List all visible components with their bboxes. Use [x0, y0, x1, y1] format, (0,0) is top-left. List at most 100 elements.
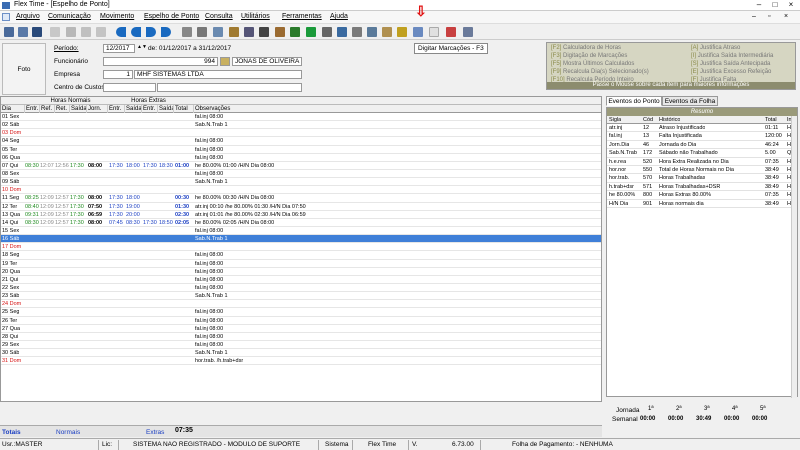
resumo-scrollbar[interactable]	[791, 116, 797, 398]
menu-espelho-de-ponto[interactable]: Espelho de Ponto	[144, 13, 199, 20]
table-row[interactable]: 18 Seg fal.inj 08:00	[1, 251, 601, 260]
table-row[interactable]: 28 Qui fal.inj 08:00	[1, 333, 601, 341]
col-ref[interactable]: Ref.	[40, 105, 55, 113]
menu-ajuda[interactable]: Ajuda	[330, 13, 348, 20]
table-row[interactable]: 06 Qua fal.inj 08:00	[1, 154, 601, 162]
resumo-row[interactable]: h.e.rea 520 Hora Extra Realizada no Dia 07:…	[607, 157, 797, 166]
col-total[interactable]: Total	[174, 105, 194, 113]
legend-item[interactable]: [F2] Calculadora de Horas	[551, 45, 621, 51]
table-row[interactable]: 01 Sex fal.inj 08:00	[1, 113, 601, 122]
mdi-close-button[interactable]: ×	[784, 13, 788, 20]
menu-comunicacao[interactable]: Comunicação	[48, 13, 91, 20]
centro-custos-input[interactable]	[103, 83, 156, 92]
resumo-row[interactable]: Jorn.Dia 46 Jornada do Dia 46:24 H	[607, 140, 797, 150]
col-ret[interactable]: Ret.	[55, 105, 70, 113]
save-icon[interactable]	[18, 27, 28, 37]
green-flag-icon[interactable]	[290, 27, 300, 37]
rcol-sigla[interactable]: Sigla	[609, 116, 621, 124]
table-row[interactable]: 16 Sáb Sab.N.Trab 1	[1, 235, 601, 244]
menu-utilitarios[interactable]: Utilitários	[241, 13, 270, 20]
table-row[interactable]: 19 Ter fal.inj 08:00	[1, 260, 601, 268]
mdi-minimize-button[interactable]: –	[752, 13, 756, 20]
legend-item[interactable]: [S] Justifica Saída Antecipada	[691, 61, 770, 67]
legend-item[interactable]: [F5] Mostra Últimos Calculados	[551, 61, 634, 67]
col-jorn[interactable]: Jorn.	[87, 105, 108, 113]
maximize-button[interactable]: □	[768, 0, 782, 10]
col-extra-saida-2[interactable]: Saída	[158, 105, 174, 113]
resumo-row[interactable]: he 80.00% 800 Horas Extras 80.00% 07:35 H	[607, 191, 797, 200]
first-record-icon[interactable]	[116, 27, 126, 37]
resumo-row[interactable]: fal.inj 13 Falta Injustificada 120:00 H	[607, 132, 797, 141]
col-saida[interactable]: Saída	[70, 105, 87, 113]
resumo-row[interactable]: Sab.N.Trab 172 Sábado não Trabalhado 5.00 Q	[607, 149, 797, 158]
col-extra-entr-1[interactable]: Entr.	[108, 105, 125, 113]
resumo-row[interactable]: H/N Dia 901 Horas normais dia 38:49 H	[607, 199, 797, 208]
menu-movimento[interactable]: Movimento	[100, 13, 134, 20]
table-row[interactable]: 27 Qua fal.inj 08:00	[1, 325, 601, 333]
table-row[interactable]: 25 Seg fal.inj 08:00	[1, 308, 601, 317]
table-row[interactable]: 14 Qui 08:30 12:09 12:57 17:30 08:00 07:45 08:3…	[1, 219, 601, 227]
table-row[interactable]: 24 Dom	[1, 300, 601, 309]
digitar-marcacoes-icon[interactable]	[413, 27, 423, 37]
funcionario-id-input[interactable]: 994	[103, 57, 218, 66]
col-extra-saida-1[interactable]: Saída	[125, 105, 142, 113]
exit-icon[interactable]	[446, 27, 456, 37]
table-row[interactable]: 12 Ter 08:40 12:09 12:57 17:30 07:50 17:30 19:0…	[1, 203, 601, 211]
table-row[interactable]: 11 Seg 08:25 12:09 12:57 17:30 08:00 17:30 18:0…	[1, 194, 601, 203]
card-icon[interactable]	[32, 27, 42, 37]
resumo-row[interactable]: hor.trab. 570 Horas Trabalhadas 38:49 H	[607, 174, 797, 183]
grid-icon[interactable]	[197, 27, 207, 37]
close-button[interactable]: ×	[784, 0, 798, 10]
table-row[interactable]: 31 Dom hor.trab. /h.trab+dsr	[1, 357, 601, 366]
table-row[interactable]: 03 Dom	[1, 129, 601, 138]
menu-ferramentas[interactable]: Ferramentas	[282, 13, 322, 20]
clipboard-icon[interactable]	[429, 27, 439, 37]
rcol-cod[interactable]: Cód	[643, 116, 653, 124]
resumo-row[interactable]: h.trab+dsr 571 Horas Trabalhadas+DSR 38:49 H	[607, 182, 797, 192]
menu-arquivo[interactable]: Arquivo	[16, 13, 40, 20]
new-document-icon[interactable]	[50, 27, 60, 37]
tools-icon[interactable]	[352, 27, 362, 37]
printer-icon[interactable]	[463, 27, 473, 37]
table-row[interactable]: 07 Qui 08:30 12:07 12:56 17:30 08:00 17:30 18:0…	[1, 162, 601, 170]
calendar-icon[interactable]	[182, 27, 192, 37]
calculator-icon[interactable]	[367, 27, 377, 37]
table-row[interactable]: 02 Sáb Sab.N.Trab 1	[1, 121, 601, 130]
last-record-icon[interactable]	[161, 27, 171, 37]
rcol-historico[interactable]: Histórico	[659, 116, 680, 124]
next-record-icon[interactable]	[146, 27, 156, 37]
legend-item[interactable]: [A] Justifica Atraso	[691, 45, 740, 51]
minimize-button[interactable]: –	[752, 0, 766, 10]
mdi-restore-button[interactable]: ▫	[768, 13, 770, 20]
col-observacoes[interactable]: Observações	[194, 105, 601, 113]
table-row[interactable]: 10 Dom	[1, 186, 601, 195]
table-row[interactable]: 15 Sex fal.inj 08:00	[1, 227, 601, 236]
col-dia[interactable]: Dia	[1, 105, 25, 113]
table-row[interactable]: 21 Qui fal.inj 08:00	[1, 276, 601, 284]
edit-icon[interactable]	[275, 27, 285, 37]
paste-icon[interactable]	[96, 27, 106, 37]
table-row[interactable]: 17 Dom	[1, 243, 601, 252]
legend-item[interactable]: [E] Justifica Excesso Refeição	[691, 69, 771, 75]
table-row[interactable]: 26 Ter fal.inj 08:00	[1, 317, 601, 325]
table-row[interactable]: 13 Qua 09:31 12:09 12:57 17:30 06:59 17:30 20:0…	[1, 211, 601, 219]
document-menu-icon[interactable]	[2, 13, 10, 21]
resumo-row[interactable]: hor.nor 550 Total de Horas Normais no Dia 3…	[607, 165, 797, 175]
rcol-total[interactable]: Total	[765, 116, 777, 124]
empresa-id-input[interactable]: 1	[103, 70, 133, 79]
document-icon[interactable]	[382, 27, 392, 37]
copy-icon[interactable]	[66, 27, 76, 37]
col-entr[interactable]: Entr.	[25, 105, 40, 113]
table-row[interactable]: 29 Sex fal.inj 08:00	[1, 341, 601, 350]
col-extra-entr-2[interactable]: Entr.	[142, 105, 158, 113]
table-icon[interactable]	[259, 27, 269, 37]
legend-item[interactable]: [F9] Recalcula Dia(s) Selecionado(s)	[551, 69, 649, 75]
table-row[interactable]: 22 Sex fal.inj 08:00	[1, 284, 601, 293]
print-icon[interactable]	[81, 27, 91, 37]
periodo-input[interactable]: 12/2017	[103, 44, 135, 53]
table-row[interactable]: 08 Sex fal.inj 08:00	[1, 170, 601, 179]
table-row[interactable]: 20 Qua fal.inj 08:00	[1, 268, 601, 276]
table-row[interactable]: 09 Sáb Sab.N.Trab 1	[1, 178, 601, 187]
legend-item[interactable]: [I] Justifica Saída Intermediária	[691, 53, 773, 59]
previous-record-icon[interactable]	[131, 27, 141, 37]
